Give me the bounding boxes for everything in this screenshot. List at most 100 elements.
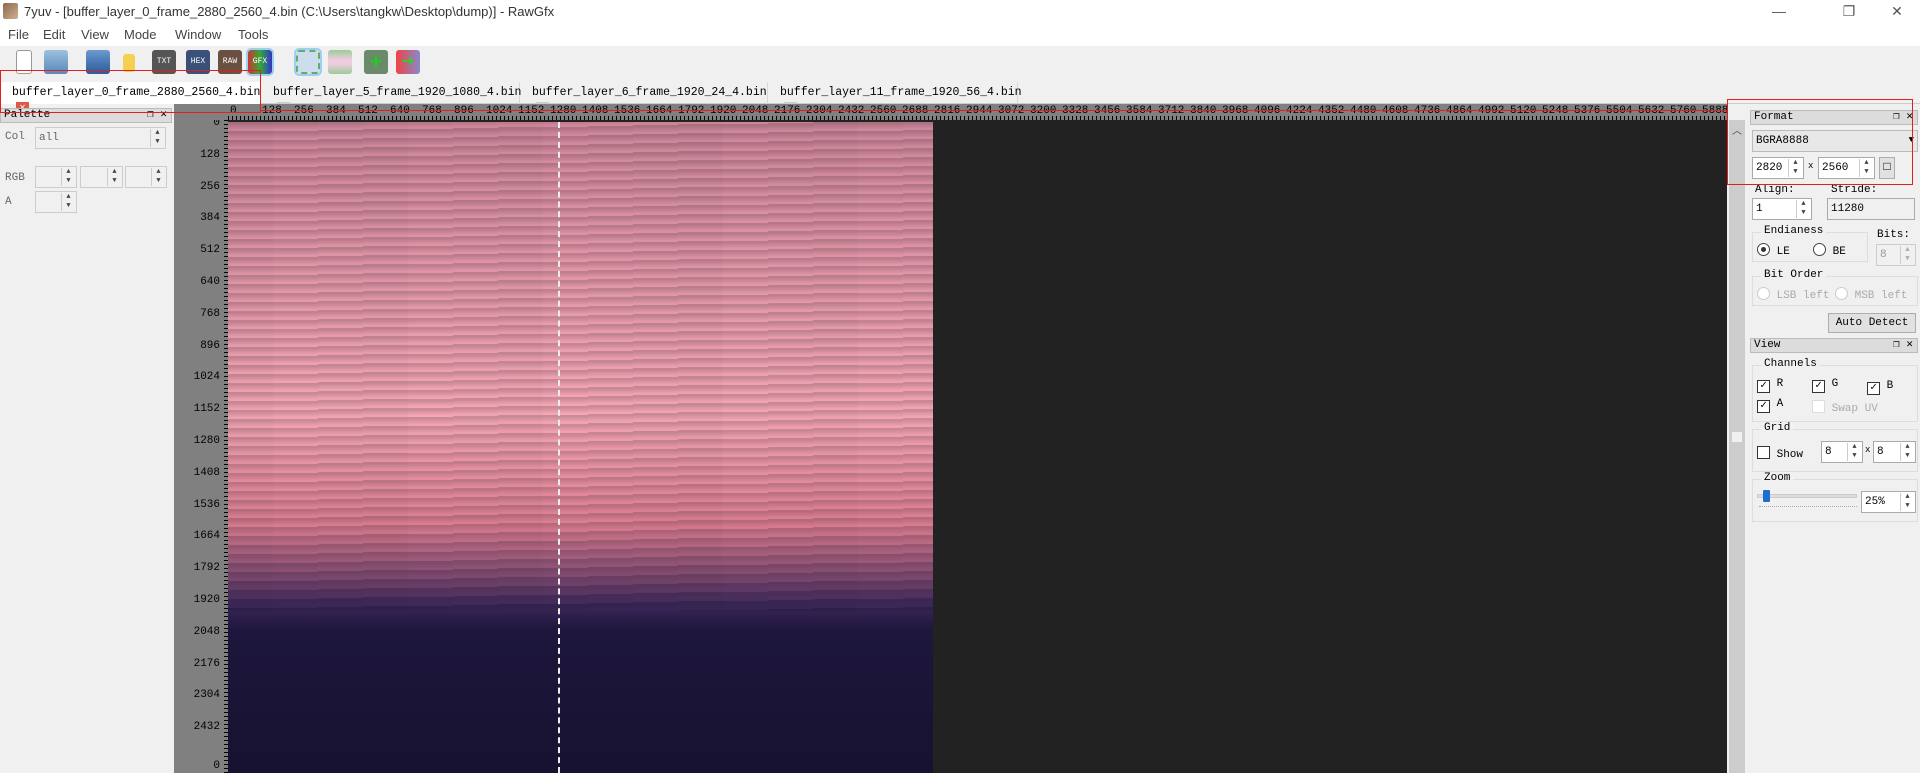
col-select[interactable]: all ▲ ▼	[35, 127, 166, 149]
spin-icon[interactable]: ▲ ▼	[150, 129, 164, 147]
zoom-group: Zoom 25% ▲ ▼	[1752, 472, 1918, 522]
g-input[interactable]: ▲ ▼	[80, 166, 123, 188]
frame-boundary-line[interactable]	[558, 122, 560, 773]
tab-buffer-layer-5[interactable]: buffer_layer_5_frame_1920_1080_4.bin✕	[261, 82, 521, 115]
spin-icon[interactable]: ▲ ▼	[1847, 443, 1861, 461]
channels-group: Channels ✓ R ✓ G ✓ B ✓ A Swap UV	[1752, 358, 1918, 422]
spin-icon[interactable]: ▲ ▼	[151, 168, 165, 186]
le-label: LE	[1776, 246, 1790, 258]
ruler-label: 0	[213, 120, 220, 129]
bit-order-label: Bit Order	[1761, 269, 1827, 281]
spin-icon[interactable]: ▲ ▼	[1900, 443, 1914, 461]
msb-left-radio[interactable]: MSB left	[1835, 287, 1907, 302]
checkbox-icon	[1812, 400, 1825, 413]
menu-mode[interactable]: Mode	[124, 27, 157, 42]
rgb-label: RGB	[5, 172, 25, 184]
radio-icon	[1835, 287, 1848, 300]
menu-tools[interactable]: Tools	[238, 27, 268, 42]
radio-icon	[1757, 287, 1770, 300]
menu-window[interactable]: Window	[175, 27, 221, 42]
annotation-box-tab	[0, 70, 261, 113]
scroll-thumb[interactable]	[1732, 432, 1742, 442]
zoom-slider-ticks	[1759, 506, 1857, 509]
menu-file[interactable]: File	[8, 27, 29, 42]
annotation-line	[261, 110, 1727, 111]
select-line-icon[interactable]	[328, 50, 352, 74]
ruler-ticks	[224, 120, 228, 773]
restore-button[interactable]: ❐	[1826, 0, 1872, 24]
swap-uv-checkbox[interactable]: Swap UV	[1812, 400, 1878, 415]
channels-label: Channels	[1761, 358, 1820, 370]
close-icon[interactable]: ✕	[1906, 339, 1913, 351]
channel-g-checkbox[interactable]: ✓ G	[1812, 378, 1838, 393]
ruler-label: 2048	[193, 625, 220, 638]
spin-icon[interactable]: ▲ ▼	[107, 168, 121, 186]
be-label: BE	[1832, 246, 1846, 258]
ruler-label: 640	[200, 276, 220, 288]
b-label: B	[1886, 380, 1894, 392]
ruler-label: 896	[200, 339, 220, 352]
a-input[interactable]: ▲ ▼	[35, 191, 77, 213]
minimize-button[interactable]: —	[1756, 0, 1802, 24]
menu-view[interactable]: View	[81, 27, 109, 42]
view-title: View	[1754, 339, 1781, 351]
le-radio[interactable]: LE	[1757, 243, 1790, 258]
float-icon[interactable]: ❐	[1893, 339, 1900, 351]
r-input[interactable]: ▲ ▼	[35, 166, 77, 188]
vertical-ruler: 0 128 256 384 512 640 768 896 1024 1152 1280 1408 15…	[174, 120, 228, 773]
grid-show-checkbox[interactable]: Show	[1757, 446, 1803, 461]
ruler-label: 1792	[193, 562, 220, 575]
ruler-label: 1920	[193, 594, 220, 606]
align-value: 1	[1756, 203, 1763, 215]
tab-buffer-layer-6[interactable]: buffer_layer_6_frame_1920_24_4.bin✕	[520, 82, 768, 115]
ruler-end-marker: 0	[213, 760, 220, 772]
radio-icon	[1757, 243, 1770, 256]
spin-icon[interactable]: ▲ ▼	[1900, 493, 1914, 511]
ruler-label: 384	[200, 212, 220, 225]
grid-width-input[interactable]: 8 ▲ ▼	[1821, 441, 1863, 463]
ruler-label: 256	[200, 180, 220, 193]
spin-icon[interactable]: ▲ ▼	[61, 193, 75, 211]
zoom-input[interactable]: 25% ▲ ▼	[1861, 491, 1916, 513]
grid-height-input[interactable]: 8 ▲ ▼	[1873, 441, 1916, 463]
grid-width-value: 8	[1825, 446, 1832, 458]
endianess-group: Endianess LE BE	[1752, 225, 1868, 262]
close-button[interactable]: ✕	[1874, 0, 1920, 24]
stride-value: 11280	[1831, 203, 1865, 215]
zoom-slider-track[interactable]	[1757, 494, 1857, 498]
auto-detect-button[interactable]: Auto Detect	[1828, 313, 1916, 333]
spin-icon[interactable]: ▲ ▼	[61, 168, 75, 186]
bits-input[interactable]: 8 ▲ ▼	[1876, 244, 1916, 266]
zoom-value: 25%	[1865, 496, 1885, 508]
menu-edit[interactable]: Edit	[43, 27, 65, 42]
align-input[interactable]: 1 ▲ ▼	[1752, 198, 1812, 220]
ruler-label: 768	[200, 307, 220, 320]
ruler-label: 1152	[193, 403, 220, 416]
channel-a-checkbox[interactable]: ✓ A	[1757, 398, 1783, 413]
raw-image-preview[interactable]	[228, 122, 933, 773]
spin-icon[interactable]: ▲ ▼	[1796, 200, 1810, 218]
b-input[interactable]: ▲ ▼	[125, 166, 167, 188]
app-icon	[3, 3, 18, 19]
ruler-label: 512	[200, 244, 220, 257]
checkmark-icon: ✓	[1757, 380, 1770, 393]
lsb-left-radio[interactable]: LSB left	[1757, 287, 1829, 302]
select-frame-icon[interactable]	[294, 48, 322, 76]
stride-label: Stride:	[1831, 184, 1878, 196]
zoom-slider-thumb[interactable]	[1763, 490, 1770, 502]
ruler-label: 2432	[193, 721, 220, 734]
export-frame-icon[interactable]: ➔	[396, 50, 420, 74]
tab-buffer-layer-11[interactable]: buffer_layer_11_frame_1920_56_4.bin✕	[768, 82, 1022, 115]
channel-b-checkbox[interactable]: ✓ B	[1867, 380, 1893, 395]
channel-r-checkbox[interactable]: ✓ R	[1757, 378, 1783, 393]
checkmark-icon: ✓	[1757, 400, 1770, 413]
be-radio[interactable]: BE	[1813, 243, 1846, 258]
bits-label: Bits:	[1877, 229, 1911, 241]
palette-panel: Palette ❐ ✕ Col all ▲ ▼ RGB ▲ ▼ ▲ ▼ ▲ ▼ A ▲ ▼	[0, 108, 172, 773]
spin-icon[interactable]: ▲ ▼	[1900, 246, 1914, 264]
vertical-scrollbar[interactable]: ︿	[1729, 120, 1745, 773]
align-label: Align:	[1755, 184, 1795, 196]
grid-height-value: 8	[1877, 446, 1884, 458]
add-frame-icon[interactable]: +	[364, 50, 388, 74]
ruler-label: 2304	[193, 689, 220, 702]
